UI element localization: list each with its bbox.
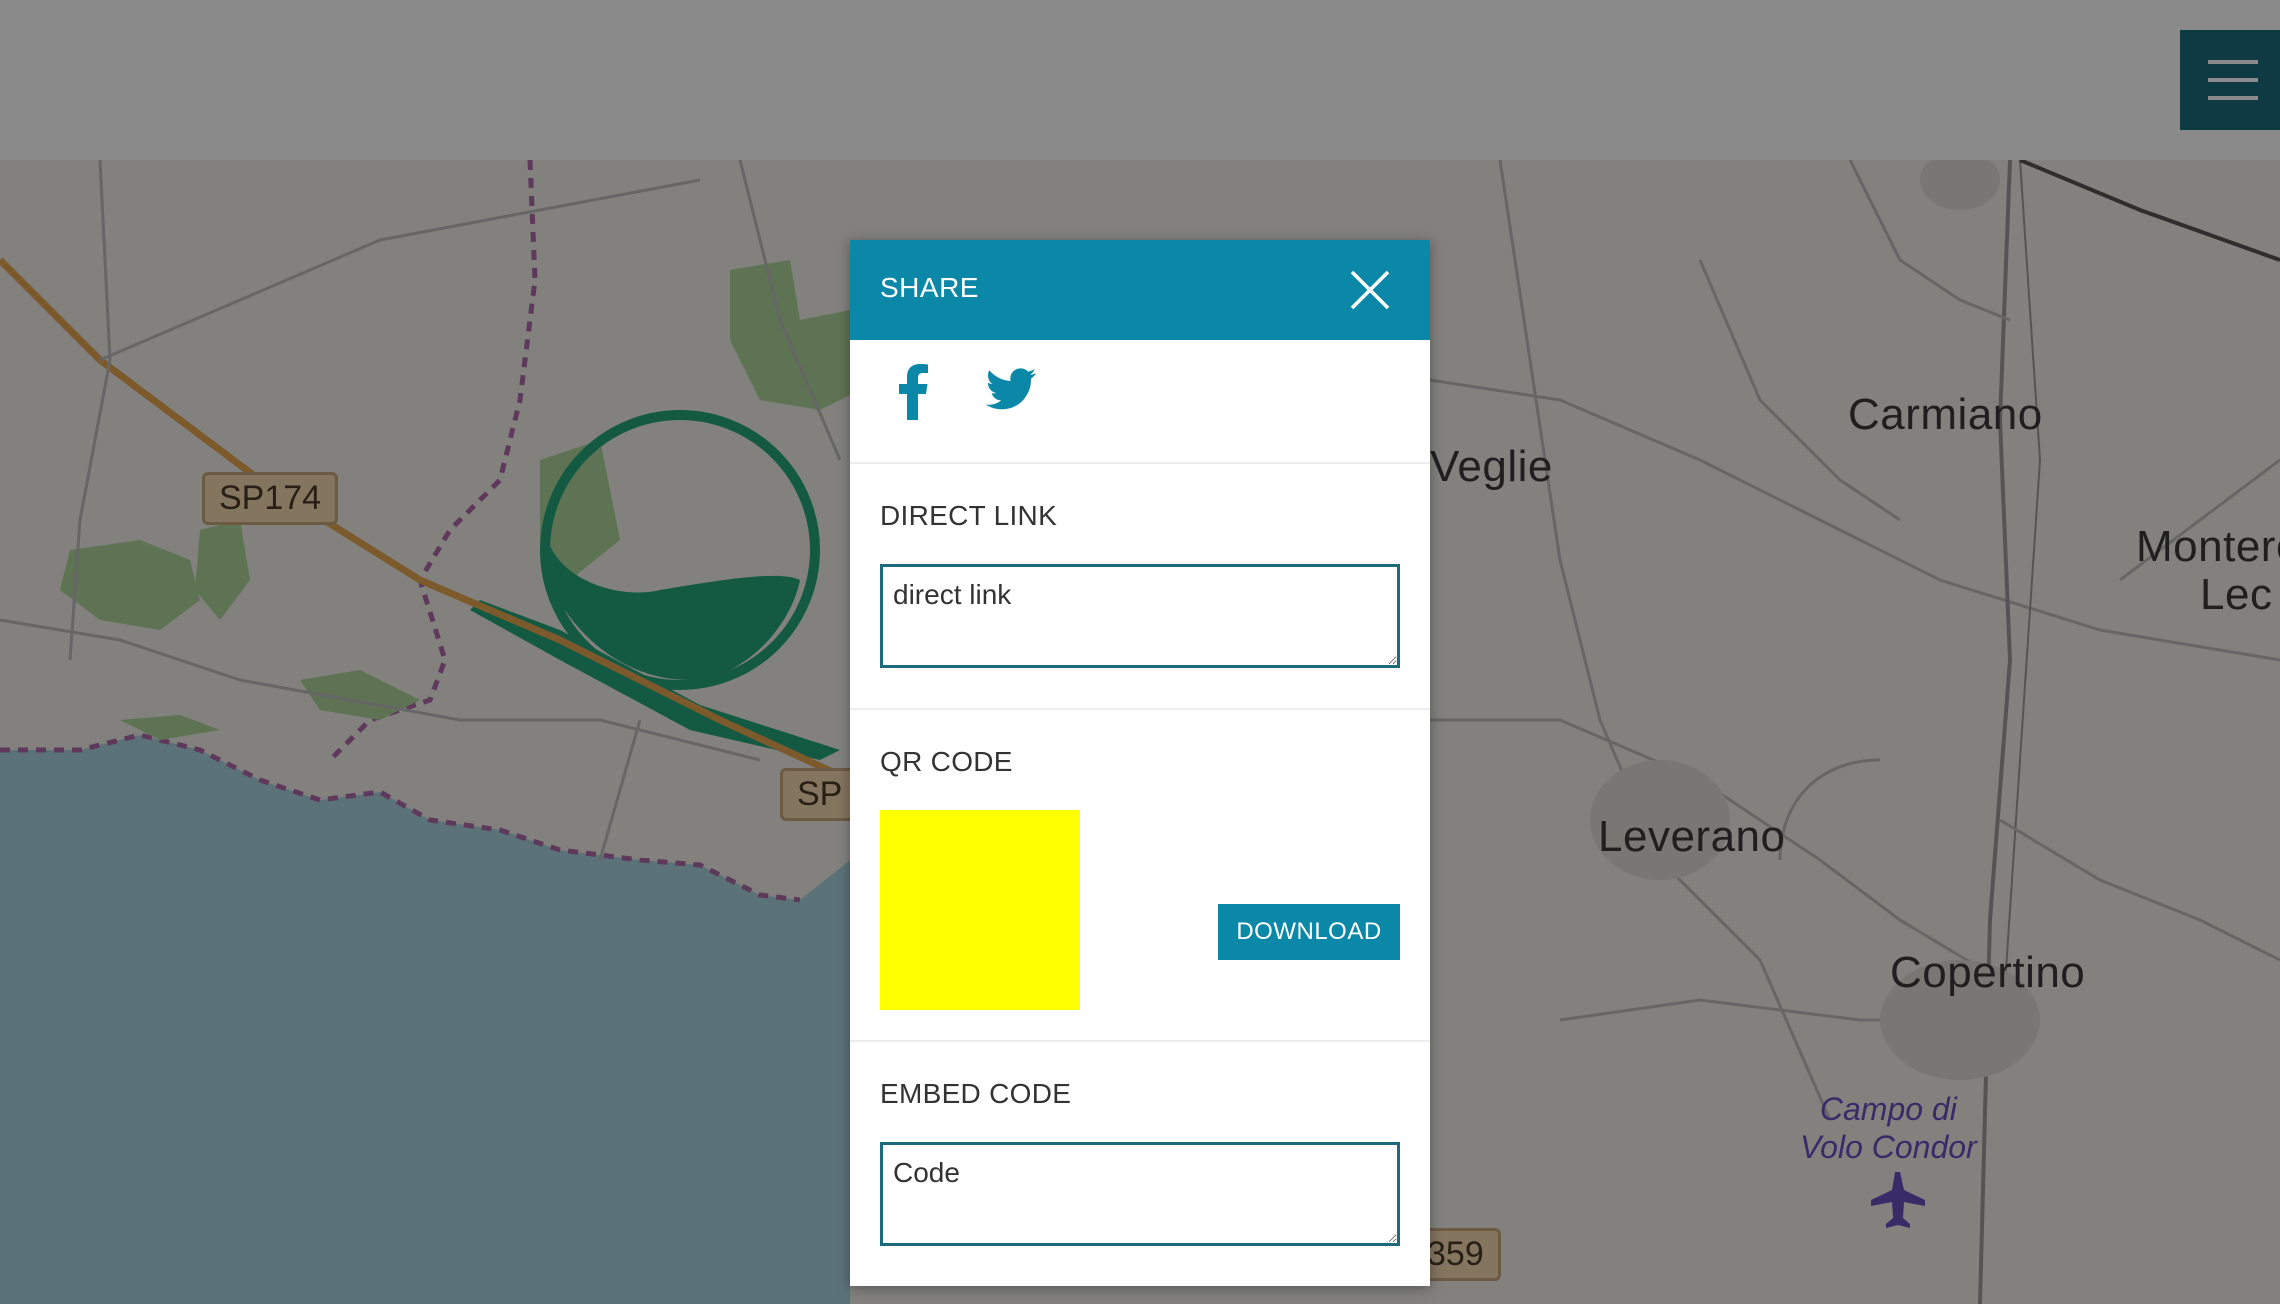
direct-link-label: DIRECT LINK	[880, 500, 1058, 531]
embed-code-section: EMBED CODE	[850, 1042, 1430, 1288]
embed-code-label: EMBED CODE	[880, 1078, 1072, 1109]
twitter-share-button[interactable]	[985, 368, 1036, 417]
direct-link-section: DIRECT LINK	[850, 464, 1430, 710]
close-icon	[1350, 270, 1390, 310]
direct-link-field[interactable]	[880, 564, 1400, 668]
share-modal: SHARE DIRECT LINK direct link QR CODE DO…	[850, 240, 1430, 1286]
modal-header: SHARE	[850, 240, 1430, 340]
download-button[interactable]: DOWNLOAD	[1218, 904, 1400, 960]
embed-code-field[interactable]	[880, 1142, 1400, 1246]
facebook-share-button[interactable]	[890, 364, 938, 425]
modal-title: SHARE	[880, 272, 979, 303]
social-share-row	[850, 340, 1430, 464]
qr-code-label: QR CODE	[880, 746, 1013, 777]
qr-code-image	[880, 810, 1080, 1010]
twitter-icon	[985, 368, 1036, 410]
close-button[interactable]	[1346, 266, 1394, 314]
page: SP174 SP 359 Carmiano Veglie Leverano Co…	[0, 0, 2280, 1304]
facebook-icon	[899, 364, 928, 420]
qr-code-section: QR CODE DOWNLOAD	[850, 710, 1430, 1042]
